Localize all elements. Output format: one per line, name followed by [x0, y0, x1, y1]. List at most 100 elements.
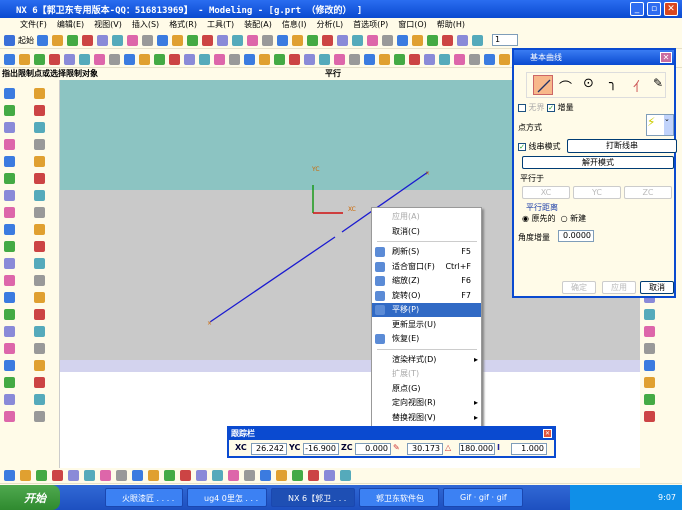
toolbar-tool-icon[interactable] [340, 470, 351, 481]
context-menu-item[interactable]: 应用(A) [372, 210, 481, 224]
taskbar-item[interactable]: 火眼漆匠 . . . . [105, 488, 183, 507]
menu-item[interactable]: 编辑(E) [57, 19, 84, 32]
toolbar-tool-icon[interactable] [34, 258, 45, 269]
toolbar-tool-icon[interactable] [94, 54, 105, 65]
toolbar-tool-icon[interactable] [4, 190, 15, 201]
toolbar-tool-icon[interactable] [79, 54, 90, 65]
toolbar-tool-icon[interactable] [4, 309, 15, 320]
menu-item[interactable]: 文件(F) [20, 19, 47, 32]
context-menu-item[interactable]: 渲染样式(D) ▸ [372, 353, 481, 367]
context-menu-item[interactable]: 扩展(T) [372, 367, 481, 381]
toolbar-tool-icon[interactable] [4, 377, 15, 388]
toolbar-tool-icon[interactable] [34, 360, 45, 371]
toolbar-tool-icon[interactable] [228, 470, 239, 481]
toolbar-tool-icon[interactable] [379, 54, 390, 65]
toolbar-tool-icon[interactable] [180, 470, 191, 481]
toolbar-tool-icon[interactable] [484, 54, 495, 65]
toolbar-tool-icon[interactable] [352, 34, 363, 46]
toolbar-tool-icon[interactable] [112, 34, 123, 46]
toolbar-tool-icon[interactable] [644, 343, 655, 354]
toolbar-tool-icon[interactable] [127, 34, 138, 46]
toolbar-tool-icon[interactable] [324, 470, 335, 481]
menu-item[interactable]: 视图(V) [94, 19, 122, 32]
toolbar-tool-icon[interactable] [409, 54, 420, 65]
toolbar-tool-icon[interactable] [262, 34, 273, 46]
menu-item[interactable]: 窗口(O) [398, 19, 427, 32]
toolbar-tool-icon[interactable] [34, 309, 45, 320]
toolbar-tool-icon[interactable] [319, 54, 330, 65]
toolbar-tool-icon[interactable] [469, 54, 480, 65]
toolbar-tool-icon[interactable] [34, 173, 45, 184]
toolbar-tool-icon[interactable] [34, 377, 45, 388]
toolbar-tool-icon[interactable] [308, 470, 319, 481]
context-menu-item[interactable]: 刷新(S) F5 [372, 245, 481, 259]
toolbar-tool-icon[interactable] [244, 54, 255, 65]
xc-field[interactable]: 26.242 [251, 443, 287, 455]
edit-curve-params-icon[interactable]: ✎ [653, 76, 663, 90]
tracking-close-button[interactable]: ✕ [543, 429, 552, 438]
menu-item[interactable]: 信息(I) [282, 19, 307, 32]
arc-tool-icon[interactable]: ⌒ [559, 77, 572, 96]
start-button[interactable]: 起始 [18, 35, 34, 46]
context-menu-item[interactable]: 更新显示(U) [372, 318, 481, 332]
toolbar-tool-icon[interactable] [247, 34, 258, 46]
ok-button[interactable]: 确定 [562, 281, 596, 294]
context-menu-item[interactable]: 适合窗口(F) Ctrl+F [372, 260, 481, 274]
toolbar-tool-icon[interactable] [276, 470, 287, 481]
toolbar-tool-icon[interactable] [424, 54, 435, 65]
toolbar-tool-icon[interactable] [202, 34, 213, 46]
parallel-zc-button[interactable]: ZC [624, 186, 672, 199]
toolbar-tool-icon[interactable] [4, 411, 15, 422]
toolbar-tool-icon[interactable] [34, 122, 45, 133]
string-mode-checkbox[interactable]: ✓ [518, 142, 526, 151]
toolbar-tool-icon[interactable] [307, 34, 318, 46]
fillet-tool-icon[interactable]: ╮ [609, 76, 617, 91]
toolbar-tool-icon[interactable] [4, 275, 15, 286]
toolbar-tool-icon[interactable] [34, 207, 45, 218]
toolbar-tool-icon[interactable] [34, 190, 45, 201]
toolbar-tool-icon[interactable] [172, 34, 183, 46]
toolbar-tool-icon[interactable] [4, 258, 15, 269]
toolbar-tool-icon[interactable] [499, 54, 510, 65]
toolbar-tool-icon[interactable] [364, 54, 375, 65]
angle-increment-input[interactable]: 0.0000 [558, 230, 594, 242]
apply-button[interactable]: 应用 [602, 281, 636, 294]
toolbar-tool-icon[interactable] [4, 224, 15, 235]
toolbar-tool-icon[interactable] [4, 343, 15, 354]
toolbar-tool-icon[interactable] [97, 34, 108, 46]
toolbar-tool-icon[interactable] [232, 34, 243, 46]
context-menu-item[interactable]: 恢复(E) [372, 332, 481, 346]
toolbar-tool-icon[interactable] [4, 394, 15, 405]
minimize-button[interactable]: _ [630, 2, 644, 16]
context-menu-item[interactable]: 定向视图(R) ▸ [372, 396, 481, 410]
toolbar-tool-icon[interactable] [124, 54, 135, 65]
toolbar-tool-icon[interactable] [292, 470, 303, 481]
toolbar-tool-icon[interactable] [322, 34, 333, 46]
point-method-dropdown[interactable]: ⚡ ⌄ [646, 114, 674, 136]
toolbar-tool-icon[interactable] [67, 34, 78, 46]
toolbar-tool-icon[interactable] [442, 34, 453, 46]
toolbar-tool-icon[interactable] [84, 470, 95, 481]
toolbar-tool-icon[interactable] [199, 54, 210, 65]
toolbar-tool-icon[interactable] [187, 34, 198, 46]
toolbar-tool-icon[interactable] [644, 326, 655, 337]
context-menu-item[interactable]: 取消(C) [372, 225, 481, 239]
toolbar-tool-icon[interactable] [68, 470, 79, 481]
toolbar-tool-icon[interactable] [52, 470, 63, 481]
new-radio[interactable]: ○ [561, 214, 568, 223]
toolbar-tool-icon[interactable] [34, 275, 45, 286]
dialog-close-button[interactable]: ✕ [660, 52, 672, 63]
toolbar-tool-icon[interactable] [34, 224, 45, 235]
toolbar-tool-icon[interactable] [37, 34, 48, 46]
toolbar-tool-icon[interactable] [34, 105, 45, 116]
taskbar-item[interactable]: 郭卫东软件包 [359, 488, 439, 507]
circle-tool-icon[interactable]: ⊙ [583, 76, 594, 91]
toolbar-tool-icon[interactable] [109, 54, 120, 65]
toolbar-tool-icon[interactable] [644, 309, 655, 320]
toolbar-tool-icon[interactable] [349, 54, 360, 65]
layer-select[interactable]: 1 [492, 34, 518, 46]
toolbar-tool-icon[interactable] [116, 470, 127, 481]
toolbar-tool-icon[interactable] [142, 34, 153, 46]
toolbar-tool-icon[interactable] [34, 326, 45, 337]
toolbar-tool-icon[interactable] [100, 470, 111, 481]
